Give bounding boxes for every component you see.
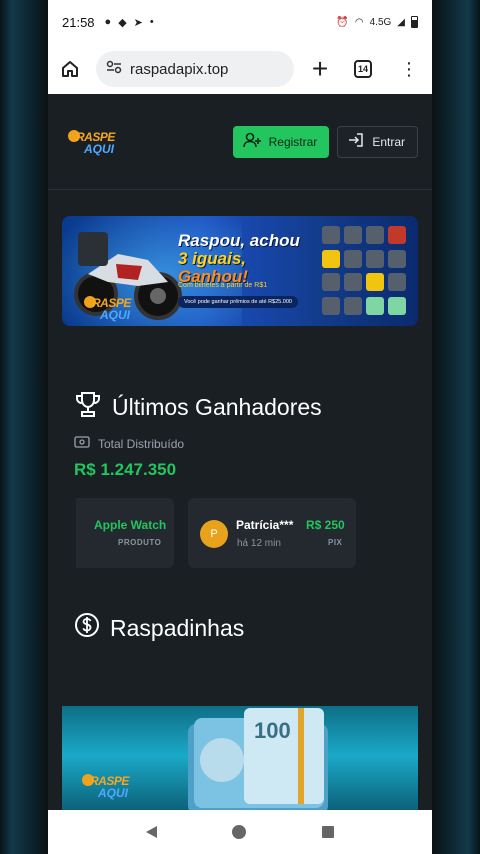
total-label-text: Total Distribuído — [98, 436, 185, 451]
scratch-cell — [322, 249, 340, 268]
scratch-cards-title: Raspadinhas — [110, 614, 245, 641]
scratch-cell — [344, 296, 362, 315]
back-icon[interactable] — [145, 826, 157, 838]
scratch-grid — [322, 226, 408, 316]
status-time: 21:58 — [62, 14, 95, 30]
address-bar[interactable]: raspadapix.top — [96, 51, 294, 87]
scratch-cell — [366, 249, 384, 268]
browser-toolbar: raspadapix.top + 14 ⋮ — [48, 44, 432, 94]
winner-card: P Patrícia*** há 12 min R$ 250 PIX — [188, 498, 356, 568]
network-label: 4.5G — [369, 16, 392, 28]
scratch-cell — [388, 296, 406, 315]
winner-prize-type: PIX — [328, 538, 343, 547]
banner-headline-highlight: 3 iguais, — [178, 249, 247, 268]
phone-screen: 21:58 ● ◆ ➤ • ⏰ ◠ 4.5G ◢ raspadapix.top … — [48, 0, 432, 854]
winner-prize: R$ 250 — [306, 518, 345, 532]
new-tab-icon[interactable]: + — [308, 55, 332, 83]
trophy-icon — [74, 390, 102, 424]
games-icon: ◆ — [118, 16, 127, 29]
scratch-cards-heading: Raspadinhas — [74, 612, 244, 644]
winner-card: Apple Watch PRODUTO — [76, 498, 174, 568]
login-button[interactable]: Entrar — [337, 125, 418, 158]
signal-icon: ◢ — [397, 16, 405, 28]
avatar: P — [200, 520, 228, 548]
system-icons: ⏰ ◠ 4.5G ◢ — [336, 16, 418, 28]
site-header: RASPE AQUI Registrar Entrar — [48, 94, 432, 190]
winner-name: Patrícia*** — [236, 518, 294, 532]
scratch-logo-bottom: AQUI — [98, 786, 128, 800]
system-navigation-bar — [48, 810, 432, 854]
logo-text-bottom: AQUI — [84, 141, 114, 156]
scratch-cell — [322, 226, 340, 244]
scratch-card-banner[interactable]: 100 RASPE AQUI — [62, 706, 418, 810]
winners-title: Últimos Ganhadores — [112, 393, 322, 420]
user-plus-icon — [242, 132, 261, 151]
banner-subtitle: Com bilhetes a partir de R$1 — [178, 282, 268, 289]
battery-icon — [411, 16, 418, 28]
scratch-cell — [366, 226, 384, 244]
banner-headline: Raspou, achou 3 iguais, Ganhou! — [178, 232, 318, 286]
login-icon — [348, 132, 364, 151]
site-settings-icon[interactable] — [106, 60, 122, 78]
send-icon: ➤ — [133, 16, 143, 29]
recent-apps-icon[interactable] — [322, 826, 335, 838]
chat-icon: ● — [104, 15, 112, 28]
winner-time: há 12 min — [237, 538, 281, 549]
money-stack-image: 100 — [188, 708, 328, 810]
register-label: Registrar — [268, 134, 318, 149]
scratch-cell — [322, 296, 340, 315]
banner-prize-note: Você pode ganhar prêmios de até R$25.000 — [178, 296, 298, 308]
winner-prize-type: PRODUTO — [118, 538, 162, 547]
money-icon — [74, 436, 90, 451]
banknote-value: 100 — [254, 718, 291, 743]
scratch-cell — [322, 273, 340, 291]
total-distributed-label: Total Distribuído — [74, 436, 184, 451]
url-text: raspadapix.top — [130, 60, 229, 78]
register-button[interactable]: Registrar — [232, 125, 330, 158]
tab-switcher-button[interactable]: 14 — [354, 60, 372, 78]
scratch-cell — [344, 226, 362, 244]
scratch-cell — [366, 273, 384, 291]
site-logo[interactable]: RASPE AQUI — [68, 124, 124, 160]
notification-icons: ● ◆ ➤ • — [105, 16, 154, 29]
alarm-icon: ⏰ — [336, 16, 349, 28]
scratch-cell — [344, 249, 362, 268]
total-distributed-value: R$ 1.247.350 — [74, 460, 177, 479]
wifi-icon: ◠ — [354, 16, 364, 28]
home-icon[interactable] — [58, 57, 82, 81]
web-page: RASPE AQUI Registrar Entrar Raspou, acho… — [48, 94, 432, 810]
winners-heading: Últimos Ganhadores — [74, 390, 322, 424]
scratch-cell — [366, 296, 384, 315]
banner-logo-bottom: AQUI — [100, 308, 130, 322]
more-options-icon[interactable]: ⋮ — [400, 60, 418, 78]
login-label: Entrar — [372, 134, 405, 149]
promo-banner[interactable]: Raspou, achou 3 iguais, Ganhou! Com bilh… — [62, 216, 418, 326]
scratch-cell — [344, 273, 362, 291]
header-actions: Registrar Entrar — [232, 125, 418, 158]
dollar-circle-icon — [74, 612, 100, 644]
home-circle-icon[interactable] — [232, 825, 247, 839]
scratch-cell — [388, 226, 406, 244]
status-bar: 21:58 ● ◆ ➤ • ⏰ ◠ 4.5G ◢ — [48, 0, 432, 44]
scratch-banner-logo: RASPE AQUI — [82, 768, 144, 800]
scratch-cell — [388, 249, 406, 268]
winner-prize: Apple Watch — [94, 518, 167, 532]
scratch-cell — [388, 273, 406, 291]
banner-headline-line1: Raspou, achou — [178, 231, 300, 250]
dot-icon: • — [149, 15, 154, 28]
banner-logo: RASPE AQUI — [84, 290, 154, 322]
